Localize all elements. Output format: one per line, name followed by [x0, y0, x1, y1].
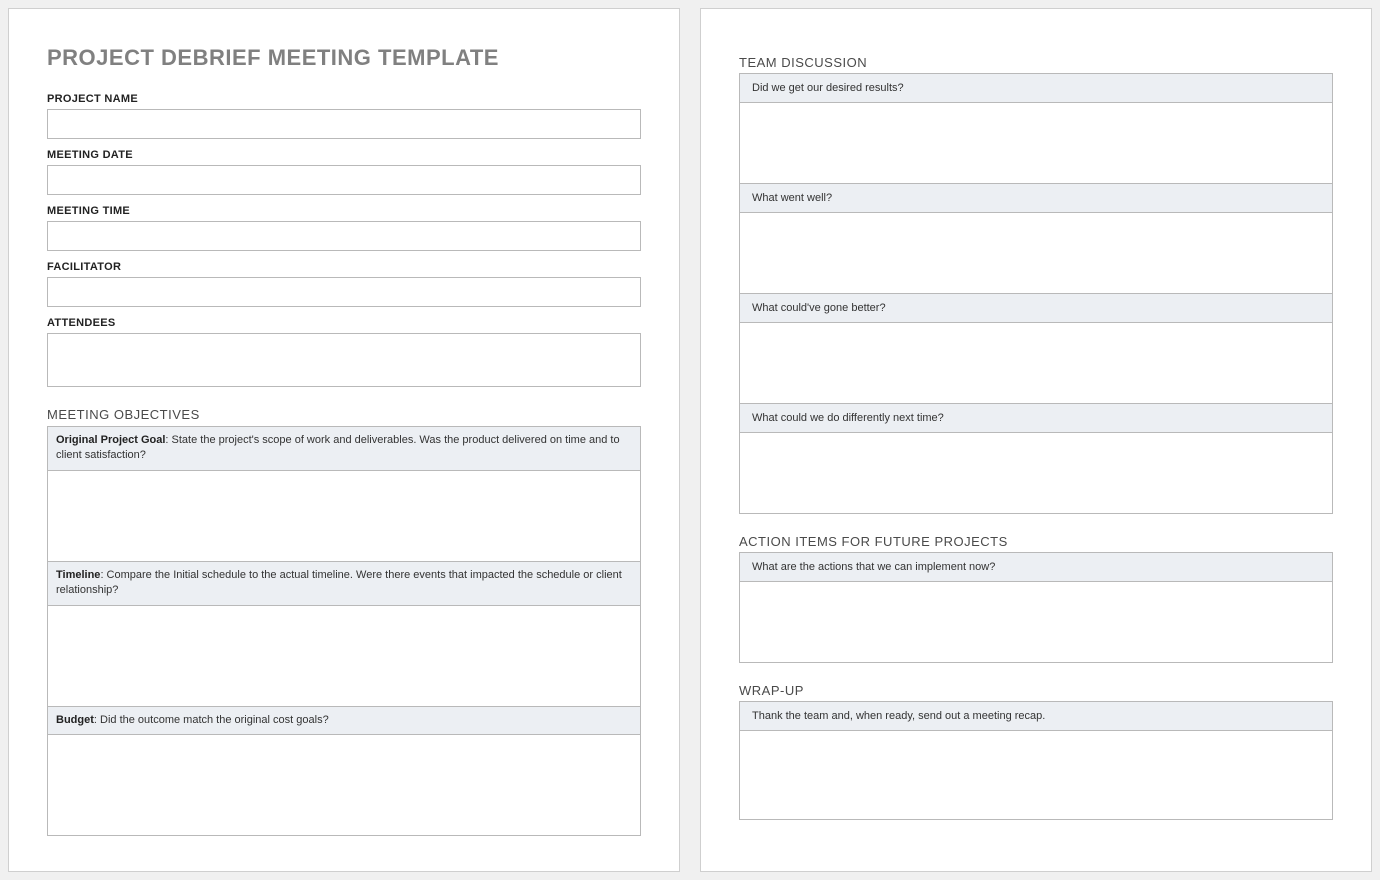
objective-original-goal: Original Project Goal: State the project… — [47, 426, 641, 562]
discussion-differently-input[interactable] — [740, 433, 1332, 513]
facilitator-label: FACILITATOR — [47, 261, 641, 273]
meeting-objectives-heading: MEETING OBJECTIVES — [47, 407, 641, 422]
prompt-bold: Budget — [56, 714, 94, 726]
project-name-label: PROJECT NAME — [47, 93, 641, 105]
objective-original-goal-prompt: Original Project Goal: State the project… — [48, 427, 640, 471]
project-name-input[interactable] — [47, 109, 641, 139]
discussion-differently: What could we do differently next time? — [739, 403, 1333, 514]
action-items-block: What are the actions that we can impleme… — [739, 552, 1333, 663]
wrapup-heading: WRAP-UP — [739, 683, 1333, 698]
action-items-input[interactable] — [740, 582, 1332, 662]
action-items-heading: ACTION ITEMS FOR FUTURE PROJECTS — [739, 534, 1333, 549]
field-attendees: ATTENDEES — [47, 317, 641, 387]
objective-budget-prompt: Budget: Did the outcome match the origin… — [48, 707, 640, 735]
prompt-text: : Compare the Initial schedule to the ac… — [56, 569, 622, 596]
discussion-desired-results-prompt: Did we get our desired results? — [740, 74, 1332, 103]
field-facilitator: FACILITATOR — [47, 261, 641, 307]
discussion-differently-prompt: What could we do differently next time? — [740, 404, 1332, 433]
meeting-date-label: MEETING DATE — [47, 149, 641, 161]
discussion-desired-results-input[interactable] — [740, 103, 1332, 183]
objective-original-goal-input[interactable] — [48, 471, 640, 561]
document-title: PROJECT DEBRIEF MEETING TEMPLATE — [47, 45, 641, 71]
objective-timeline: Timeline: Compare the Initial schedule t… — [47, 561, 641, 707]
page-1: PROJECT DEBRIEF MEETING TEMPLATE PROJECT… — [8, 8, 680, 872]
field-meeting-date: MEETING DATE — [47, 149, 641, 195]
discussion-desired-results: Did we get our desired results? — [739, 73, 1333, 184]
meeting-time-label: MEETING TIME — [47, 205, 641, 217]
field-meeting-time: MEETING TIME — [47, 205, 641, 251]
discussion-gone-better-input[interactable] — [740, 323, 1332, 403]
discussion-went-well: What went well? — [739, 183, 1333, 294]
objective-budget: Budget: Did the outcome match the origin… — [47, 706, 641, 836]
attendees-label: ATTENDEES — [47, 317, 641, 329]
objective-timeline-input[interactable] — [48, 606, 640, 706]
discussion-gone-better: What could've gone better? — [739, 293, 1333, 404]
prompt-bold: Original Project Goal — [56, 434, 165, 446]
action-items-prompt: What are the actions that we can impleme… — [740, 553, 1332, 582]
meeting-date-input[interactable] — [47, 165, 641, 195]
facilitator-input[interactable] — [47, 277, 641, 307]
field-project-name: PROJECT NAME — [47, 93, 641, 139]
discussion-went-well-prompt: What went well? — [740, 184, 1332, 213]
objective-timeline-prompt: Timeline: Compare the Initial schedule t… — [48, 562, 640, 606]
wrapup-input[interactable] — [740, 731, 1332, 819]
discussion-gone-better-prompt: What could've gone better? — [740, 294, 1332, 323]
team-discussion-heading: TEAM DISCUSSION — [739, 55, 1333, 70]
prompt-bold: Timeline — [56, 569, 100, 581]
discussion-went-well-input[interactable] — [740, 213, 1332, 293]
objective-budget-input[interactable] — [48, 735, 640, 835]
attendees-input[interactable] — [47, 333, 641, 387]
wrapup-block: Thank the team and, when ready, send out… — [739, 701, 1333, 820]
meeting-time-input[interactable] — [47, 221, 641, 251]
prompt-text: : Did the outcome match the original cos… — [94, 714, 329, 726]
wrapup-prompt: Thank the team and, when ready, send out… — [740, 702, 1332, 731]
page-2: TEAM DISCUSSION Did we get our desired r… — [700, 8, 1372, 872]
